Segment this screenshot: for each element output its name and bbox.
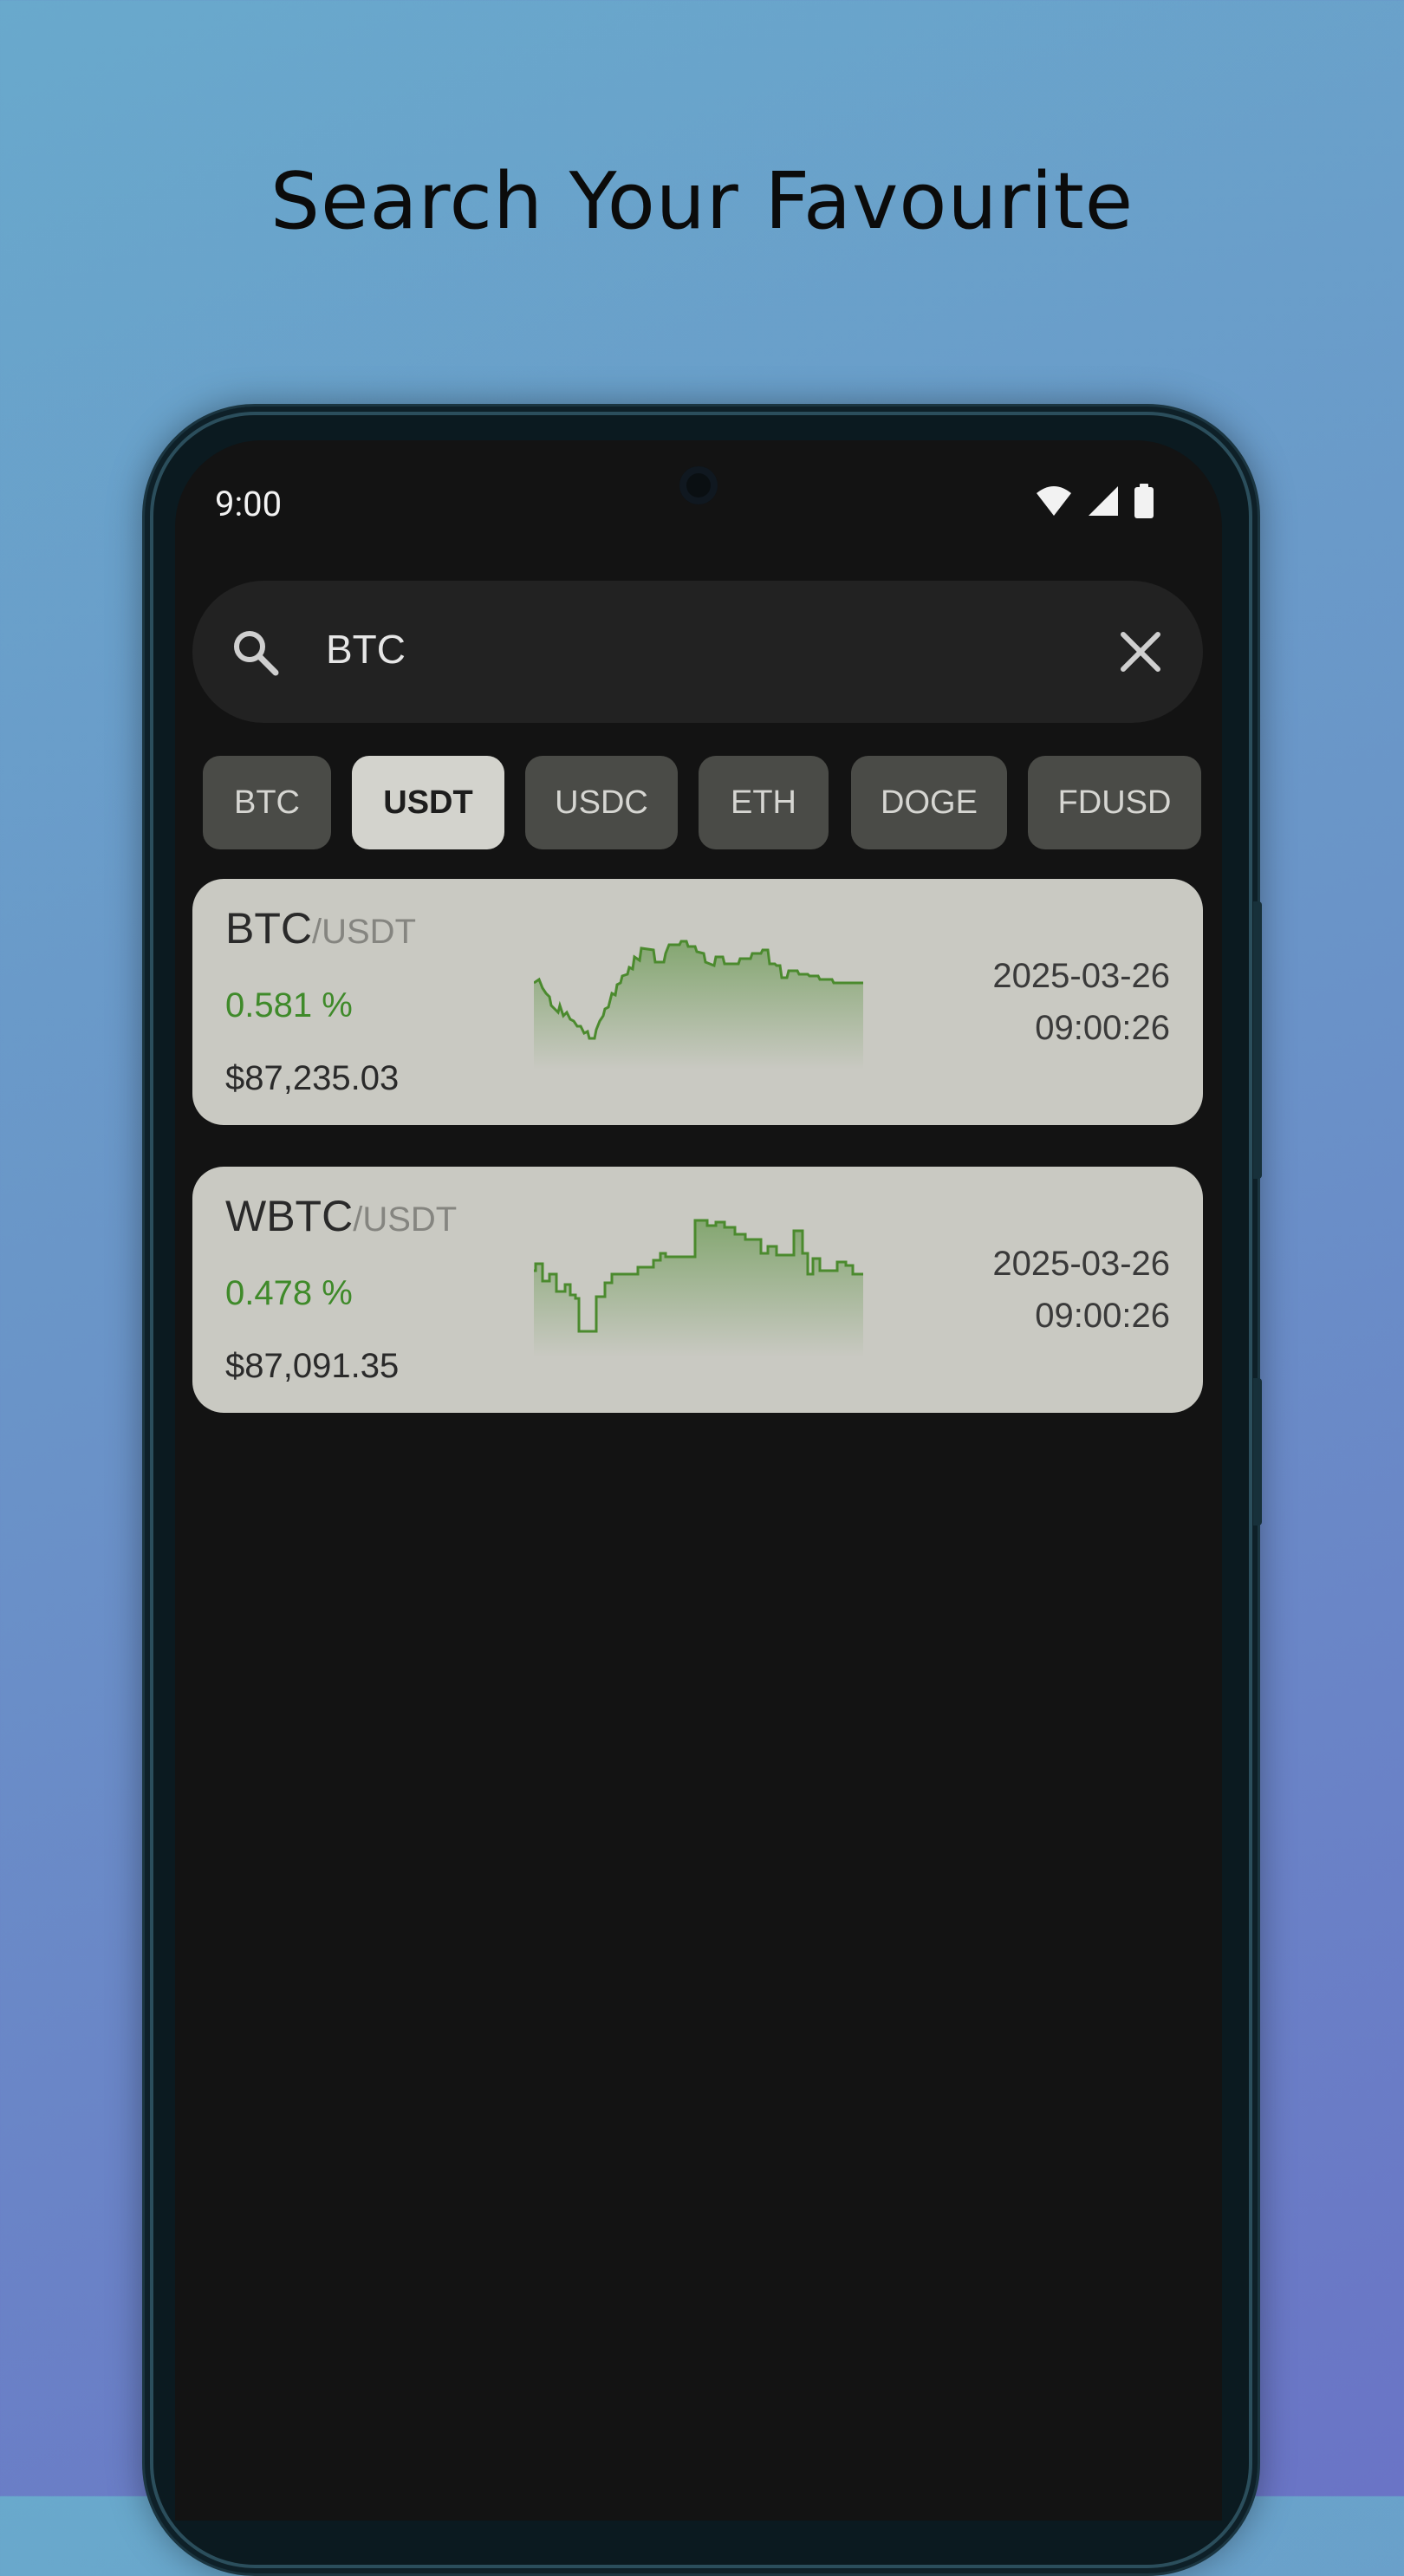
power-button — [1253, 1378, 1262, 1525]
close-icon[interactable] — [1115, 626, 1167, 678]
timestamp-time: 09:00:26 — [1035, 1009, 1170, 1047]
timestamp-time: 09:00:26 — [1035, 1297, 1170, 1335]
sparkline-chart — [534, 1219, 863, 1357]
chip-eth[interactable]: ETH — [699, 756, 829, 849]
chip-doge[interactable]: DOGE — [851, 756, 1007, 849]
price-change: 0.478 % — [225, 1274, 353, 1312]
search-icon[interactable] — [229, 626, 281, 678]
status-icons — [1035, 484, 1154, 518]
phone-screen: 9:00 BTC BTC USDT USDC ETH DOGE FDUSD BT… — [175, 440, 1222, 2521]
timestamp: 2025-03-26 09:00:26 — [992, 1238, 1170, 1342]
base-symbol: BTC — [225, 904, 312, 953]
timestamp-date: 2025-03-26 — [992, 1245, 1170, 1283]
quote-symbol: /USDT — [312, 913, 416, 951]
pair-name: BTC/USDT — [225, 903, 416, 953]
result-card-wbtc[interactable]: WBTC/USDT 0.478 % $87,091.35 2025-03-26 … — [192, 1167, 1203, 1413]
sparkline-chart — [534, 940, 863, 1070]
price-change: 0.581 % — [225, 986, 353, 1025]
price: $87,235.03 — [225, 1059, 400, 1097]
timestamp: 2025-03-26 09:00:26 — [992, 950, 1170, 1054]
battery-icon — [1134, 484, 1154, 518]
front-camera — [679, 466, 718, 504]
chip-usdc[interactable]: USDC — [525, 756, 678, 849]
timestamp-date: 2025-03-26 — [992, 957, 1170, 995]
wifi-icon — [1037, 486, 1071, 516]
cellular-signal-icon — [1089, 486, 1118, 516]
price: $87,091.35 — [225, 1347, 400, 1385]
volume-button — [1253, 901, 1262, 1179]
result-card-btc[interactable]: BTC/USDT 0.581 % $87,235.03 2025-03-26 0… — [192, 879, 1203, 1125]
chip-fdusd[interactable]: FDUSD — [1028, 756, 1201, 849]
pair-name: WBTC/USDT — [225, 1191, 457, 1241]
search-input[interactable]: BTC — [326, 626, 406, 673]
chip-usdt[interactable]: USDT — [352, 756, 504, 849]
chip-btc[interactable]: BTC — [203, 756, 331, 849]
quote-symbol: /USDT — [353, 1200, 458, 1239]
base-symbol: WBTC — [225, 1192, 354, 1240]
headline: Search Your Favourite — [270, 156, 1134, 247]
search-bar[interactable]: BTC — [192, 581, 1203, 723]
status-time: 9:00 — [215, 484, 283, 524]
